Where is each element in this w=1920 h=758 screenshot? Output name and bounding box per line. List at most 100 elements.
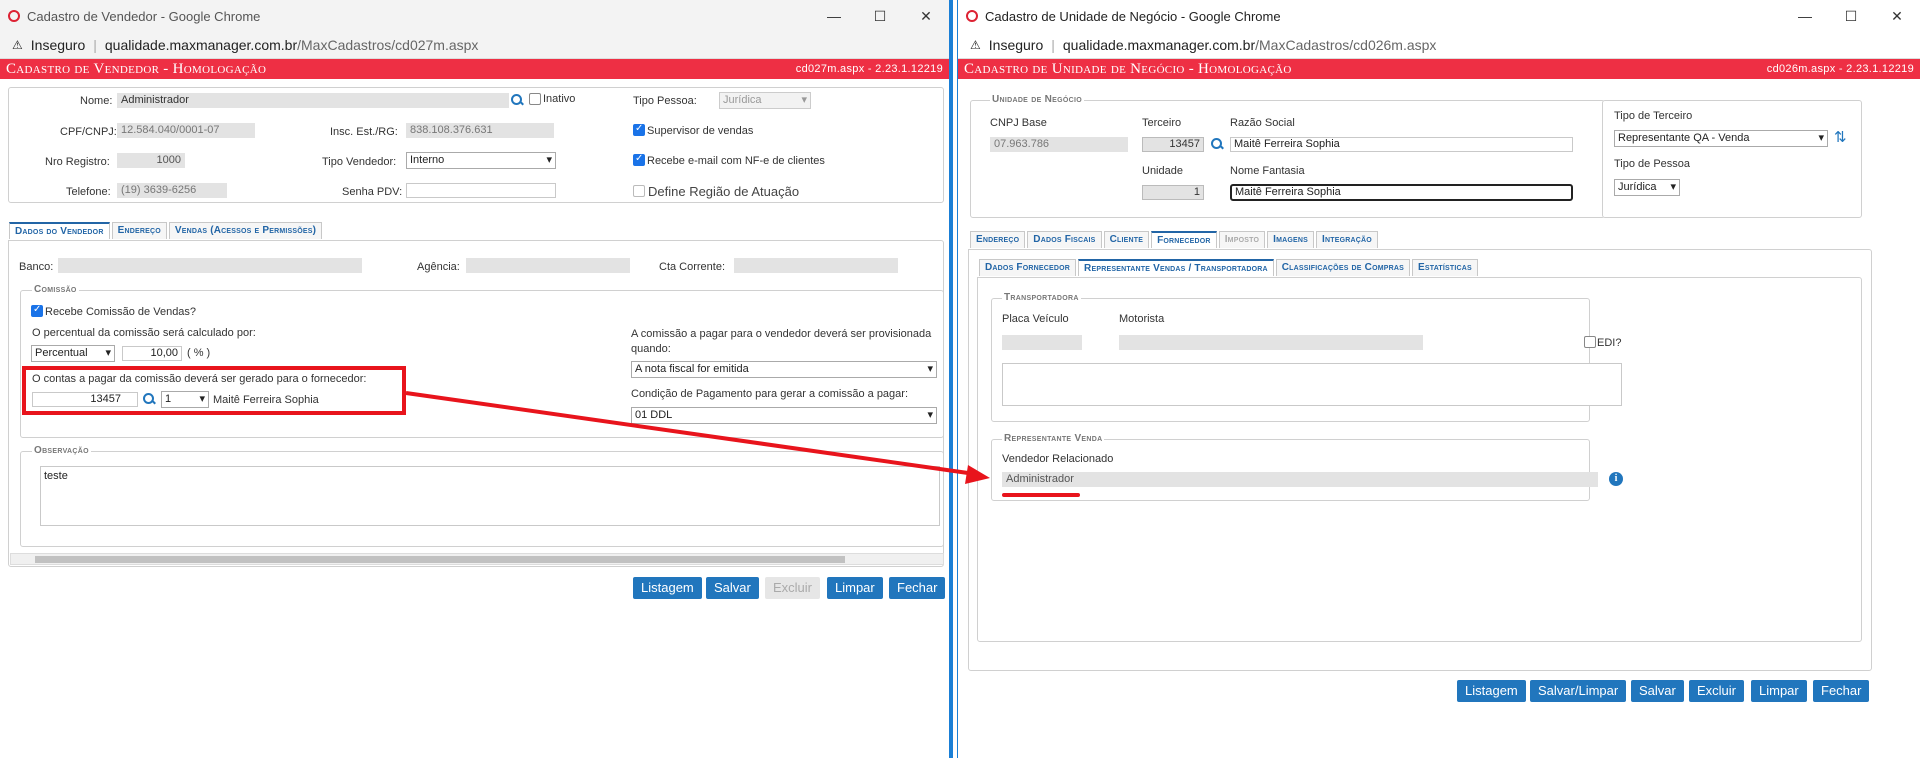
warning-icon: ⚠ [970, 38, 981, 52]
tab-integracao[interactable]: Integração [1316, 231, 1378, 248]
tipo-terceiro-select[interactable]: Representante QA - Venda [1614, 130, 1828, 147]
condicao-select[interactable]: 01 DDL [631, 407, 937, 424]
tab-dados-fiscais[interactable]: Dados Fiscais [1027, 231, 1102, 248]
url-path: /MaxCadastros/cd027m.aspx [297, 37, 479, 53]
app-header: Cadastro de Unidade de Negócio - Homolog… [958, 59, 1920, 79]
url-host: qualidade.maxmanager.com.br [1062, 37, 1256, 53]
transportadora-legend: Transportadora [1002, 292, 1081, 303]
scrollbar-thumb[interactable] [35, 556, 845, 563]
tipo-vendedor-label: Tipo Vendedor: [322, 156, 397, 168]
search-icon[interactable] [1211, 138, 1223, 150]
razao-field[interactable]: Maitê Ferreira Sophia [1230, 137, 1573, 152]
motorista-label: Motorista [1119, 313, 1165, 325]
observacao-legend: Observação [32, 445, 91, 456]
percentual-field[interactable]: 10,00 [122, 346, 182, 361]
tipo-pessoa-select[interactable]: Jurídica [719, 92, 811, 109]
senha-field[interactable] [406, 183, 556, 198]
tab-endereco[interactable]: Endereço [970, 231, 1026, 248]
horizontal-scrollbar[interactable] [10, 553, 944, 565]
tab-classificacoes-compras[interactable]: Classificações de Compras [1275, 259, 1410, 276]
limpar-button[interactable]: Limpar [1751, 680, 1807, 702]
excluir-button[interactable]: Excluir [765, 577, 821, 599]
tab-estatisticas[interactable]: Estatísticas [1412, 259, 1478, 276]
representante-venda-legend: Representante Venda [1002, 433, 1105, 444]
search-icon[interactable] [511, 94, 523, 106]
cpf-field[interactable]: 12.584.040/0001-07 [117, 123, 255, 138]
minimize-icon[interactable]: — [811, 8, 857, 24]
insc-field[interactable]: 838.108.376.631 [406, 123, 554, 138]
insc-label: Insc. Est./RG: [330, 126, 398, 138]
listagem-button[interactable]: Listagem [1457, 680, 1526, 702]
vendedor-tabs: Dados do Vendedor Endereço Vendas (Acess… [9, 222, 323, 239]
tab-imposto[interactable]: Imposto [1218, 231, 1266, 248]
salvar-button[interactable]: Salvar [706, 577, 759, 599]
inativo-checkbox[interactable] [529, 93, 541, 105]
maximize-icon[interactable]: ☐ [857, 8, 903, 25]
fechar-button[interactable]: Fechar [889, 577, 946, 599]
cpf-label: CPF/CNPJ: [60, 126, 117, 138]
tab-fornecedor[interactable]: Fornecedor [1151, 231, 1217, 248]
cnpj-field[interactable]: 07.963.786 [990, 137, 1128, 152]
fantasia-field[interactable]: Maitê Ferreira Sophia [1230, 184, 1573, 201]
cnpj-label: CNPJ Base [990, 117, 1047, 129]
edi-checkbox[interactable] [1584, 336, 1596, 348]
insecure-label: Inseguro [30, 37, 86, 53]
maximize-icon[interactable]: ☐ [1828, 8, 1874, 25]
main-tabs: Endereço Dados Fiscais Cliente Fornecedo… [970, 231, 1378, 248]
title-bar: Cadastro de Unidade de Negócio - Google … [958, 0, 1920, 32]
cta-label: Cta Corrente: [659, 261, 726, 273]
telefone-field[interactable]: (19) 3639-6256 [117, 183, 227, 198]
salvar-limpar-button[interactable]: Salvar/Limpar [1530, 680, 1627, 702]
motorista-field[interactable] [1119, 335, 1423, 350]
tab-dados-fornecedor[interactable]: Dados Fornecedor [979, 259, 1077, 276]
transportadora-textarea[interactable] [1002, 363, 1622, 406]
listagem-button[interactable]: Listagem [633, 577, 702, 599]
tipo-pessoa-label: Tipo Pessoa: [633, 95, 697, 107]
refresh-icon[interactable]: ⇅ [1834, 128, 1847, 146]
banco-field[interactable] [58, 258, 362, 273]
chrome-icon [966, 10, 978, 22]
supervisor-checkbox[interactable] [633, 123, 645, 136]
agencia-label: Agência: [417, 261, 460, 273]
percentual-unit: ( % ) [187, 347, 211, 359]
fantasia-label: Nome Fantasia [1230, 165, 1305, 177]
fechar-button[interactable]: Fechar [1813, 680, 1870, 702]
tab-vendas[interactable]: Vendas (Acessos e Permissões) [168, 222, 323, 239]
salvar-button[interactable]: Salvar [1631, 680, 1684, 702]
tab-dados-vendedor[interactable]: Dados do Vendedor [9, 222, 110, 239]
tipo-vendedor-select[interactable]: Interno [406, 152, 556, 169]
tab-representante-vendas[interactable]: Representante Vendas / Transportadora [1078, 259, 1274, 276]
divider: | [93, 37, 97, 53]
title-bar: Cadastro de Vendedor - Google Chrome — ☐… [0, 0, 949, 32]
tab-cliente[interactable]: Cliente [1103, 231, 1150, 248]
terceiro-field[interactable]: 13457 [1142, 137, 1204, 152]
vendedor-relacionado-field[interactable]: Administrador [1002, 472, 1598, 487]
tab-imagens[interactable]: Imagens [1267, 231, 1314, 248]
agencia-field[interactable] [466, 258, 630, 273]
address-bar[interactable]: ⚠ Inseguro | qualidade.maxmanager.com.br… [0, 32, 949, 59]
tipo-pessoa-select[interactable]: Jurídica [1614, 179, 1680, 196]
define-regiao-checkbox[interactable] [633, 185, 645, 197]
close-icon[interactable]: ✕ [1874, 8, 1920, 25]
nro-registro-field[interactable]: 1000 [117, 153, 185, 168]
nome-field[interactable]: Administrador [117, 93, 509, 108]
banco-label: Banco: [19, 261, 54, 273]
url-path: /MaxCadastros/cd026m.aspx [1255, 37, 1437, 53]
provisionada-select[interactable]: A nota fiscal for emitida [631, 361, 937, 378]
define-regiao-label: Define Região de Atuação [648, 184, 800, 199]
excluir-button[interactable]: Excluir [1689, 680, 1745, 702]
percentual-select[interactable]: Percentual [31, 345, 115, 362]
minimize-icon[interactable]: — [1782, 8, 1828, 24]
recebe-comissao-checkbox[interactable] [31, 304, 43, 317]
close-icon[interactable]: ✕ [903, 8, 949, 25]
placa-field[interactable] [1002, 335, 1082, 350]
tab-endereco[interactable]: Endereço [111, 222, 167, 239]
unidade-field[interactable]: 1 [1142, 185, 1204, 200]
info-icon[interactable]: i [1609, 472, 1623, 486]
cta-field[interactable] [734, 258, 898, 273]
observacao-textarea[interactable]: teste [40, 466, 940, 526]
address-bar[interactable]: ⚠ Inseguro | qualidade.maxmanager.com.br… [958, 32, 1920, 59]
recebe-email-checkbox[interactable] [633, 153, 645, 166]
limpar-button[interactable]: Limpar [827, 577, 883, 599]
telefone-label: Telefone: [66, 186, 111, 198]
